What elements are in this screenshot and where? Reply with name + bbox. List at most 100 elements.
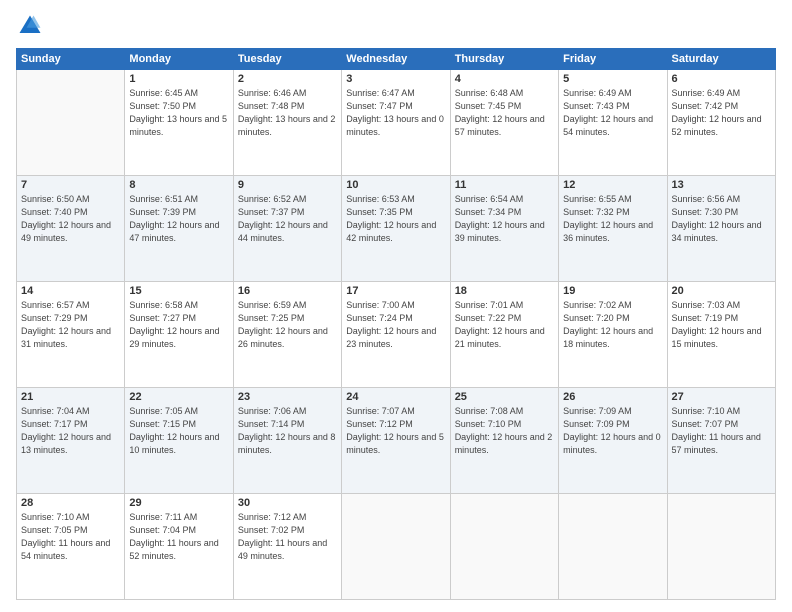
calendar-day-cell: 6 Sunrise: 6:49 AMSunset: 7:42 PMDaylight… [667, 70, 775, 176]
calendar-day-cell: 9 Sunrise: 6:52 AMSunset: 7:37 PMDaylight… [233, 176, 341, 282]
calendar-day-cell: 23 Sunrise: 7:06 AMSunset: 7:14 PMDayligh… [233, 388, 341, 494]
day-number: 30 [238, 497, 337, 509]
day-info: Sunrise: 6:49 AMSunset: 7:42 PMDaylight:… [672, 87, 771, 139]
day-info: Sunrise: 7:04 AMSunset: 7:17 PMDaylight:… [21, 405, 120, 457]
calendar-day-cell [342, 494, 450, 600]
day-number: 24 [346, 391, 445, 403]
day-info: Sunrise: 6:55 AMSunset: 7:32 PMDaylight:… [563, 193, 662, 245]
header-row: SundayMondayTuesdayWednesdayThursdayFrid… [17, 49, 776, 70]
calendar-day-cell: 3Sunrise: 6:47 AMSunset: 7:47 PMDaylight… [342, 70, 450, 176]
calendar-day-cell: 1 Sunrise: 6:45 AMSunset: 7:50 PMDaylight… [125, 70, 233, 176]
weekday-header: Monday [125, 49, 233, 70]
day-number: 21 [21, 391, 120, 403]
day-number: 19 [563, 285, 662, 297]
day-number: 15 [129, 285, 228, 297]
day-info: Sunrise: 7:03 AMSunset: 7:19 PMDaylight:… [672, 299, 771, 351]
day-number: 25 [455, 391, 554, 403]
calendar-day-cell [667, 494, 775, 600]
weekday-header: Saturday [667, 49, 775, 70]
weekday-header: Thursday [450, 49, 558, 70]
day-info: Sunrise: 6:49 AMSunset: 7:43 PMDaylight:… [563, 87, 662, 139]
day-number: 4 [455, 73, 554, 85]
header [16, 12, 776, 40]
day-number: 12 [563, 179, 662, 191]
weekday-header: Sunday [17, 49, 125, 70]
day-info: Sunrise: 6:56 AMSunset: 7:30 PMDaylight:… [672, 193, 771, 245]
day-info: Sunrise: 6:52 AMSunset: 7:37 PMDaylight:… [238, 193, 337, 245]
day-number: 28 [21, 497, 120, 509]
calendar-day-cell: 17 Sunrise: 7:00 AMSunset: 7:24 PMDayligh… [342, 282, 450, 388]
day-info: Sunrise: 7:00 AMSunset: 7:24 PMDaylight:… [346, 299, 445, 351]
calendar-day-cell: 11 Sunrise: 6:54 AMSunset: 7:34 PMDayligh… [450, 176, 558, 282]
calendar-day-cell: 29 Sunrise: 7:11 AMSunset: 7:04 PMDayligh… [125, 494, 233, 600]
day-info: Sunrise: 7:11 AMSunset: 7:04 PMDaylight:… [129, 511, 228, 563]
day-info: Sunrise: 7:06 AMSunset: 7:14 PMDaylight:… [238, 405, 337, 457]
day-info: Sunrise: 6:53 AMSunset: 7:35 PMDaylight:… [346, 193, 445, 245]
day-number: 23 [238, 391, 337, 403]
day-number: 9 [238, 179, 337, 191]
calendar-day-cell: 10 Sunrise: 6:53 AMSunset: 7:35 PMDayligh… [342, 176, 450, 282]
day-number: 18 [455, 285, 554, 297]
day-info: Sunrise: 6:50 AMSunset: 7:40 PMDaylight:… [21, 193, 120, 245]
day-info: Sunrise: 6:54 AMSunset: 7:34 PMDaylight:… [455, 193, 554, 245]
calendar-day-cell: 2 Sunrise: 6:46 AMSunset: 7:48 PMDaylight… [233, 70, 341, 176]
calendar-week-row: 21 Sunrise: 7:04 AMSunset: 7:17 PMDayligh… [17, 388, 776, 494]
calendar-day-cell: 7 Sunrise: 6:50 AMSunset: 7:40 PMDaylight… [17, 176, 125, 282]
day-number: 27 [672, 391, 771, 403]
day-number: 17 [346, 285, 445, 297]
day-number: 2 [238, 73, 337, 85]
calendar-day-cell: 26Sunrise: 7:09 AMSunset: 7:09 PMDayligh… [559, 388, 667, 494]
calendar-day-cell [559, 494, 667, 600]
calendar-day-cell: 22Sunrise: 7:05 AMSunset: 7:15 PMDayligh… [125, 388, 233, 494]
calendar-week-row: 28 Sunrise: 7:10 AMSunset: 7:05 PMDayligh… [17, 494, 776, 600]
calendar-day-cell: 19 Sunrise: 7:02 AMSunset: 7:20 PMDayligh… [559, 282, 667, 388]
weekday-header: Tuesday [233, 49, 341, 70]
day-number: 1 [129, 73, 228, 85]
page: SundayMondayTuesdayWednesdayThursdayFrid… [0, 0, 792, 612]
weekday-header: Wednesday [342, 49, 450, 70]
day-info: Sunrise: 6:48 AMSunset: 7:45 PMDaylight:… [455, 87, 554, 139]
calendar-day-cell: 16 Sunrise: 6:59 AMSunset: 7:25 PMDayligh… [233, 282, 341, 388]
logo-icon [16, 12, 44, 40]
calendar-day-cell: 8Sunrise: 6:51 AMSunset: 7:39 PMDaylight… [125, 176, 233, 282]
day-number: 29 [129, 497, 228, 509]
calendar-week-row: 14 Sunrise: 6:57 AMSunset: 7:29 PMDayligh… [17, 282, 776, 388]
logo [16, 12, 48, 40]
day-info: Sunrise: 7:08 AMSunset: 7:10 PMDaylight:… [455, 405, 554, 457]
calendar-day-cell: 4 Sunrise: 6:48 AMSunset: 7:45 PMDaylight… [450, 70, 558, 176]
calendar-day-cell: 21 Sunrise: 7:04 AMSunset: 7:17 PMDayligh… [17, 388, 125, 494]
calendar-day-cell: 28 Sunrise: 7:10 AMSunset: 7:05 PMDayligh… [17, 494, 125, 600]
day-info: Sunrise: 7:01 AMSunset: 7:22 PMDaylight:… [455, 299, 554, 351]
day-info: Sunrise: 6:45 AMSunset: 7:50 PMDaylight:… [129, 87, 228, 139]
calendar-week-row: 1 Sunrise: 6:45 AMSunset: 7:50 PMDaylight… [17, 70, 776, 176]
calendar-day-cell: 27 Sunrise: 7:10 AMSunset: 7:07 PMDayligh… [667, 388, 775, 494]
day-info: Sunrise: 7:12 AMSunset: 7:02 PMDaylight:… [238, 511, 337, 563]
day-info: Sunrise: 7:10 AMSunset: 7:07 PMDaylight:… [672, 405, 771, 457]
calendar-day-cell: 13 Sunrise: 6:56 AMSunset: 7:30 PMDayligh… [667, 176, 775, 282]
calendar-day-cell: 24 Sunrise: 7:07 AMSunset: 7:12 PMDayligh… [342, 388, 450, 494]
day-info: Sunrise: 6:57 AMSunset: 7:29 PMDaylight:… [21, 299, 120, 351]
calendar-day-cell [450, 494, 558, 600]
calendar-day-cell: 12 Sunrise: 6:55 AMSunset: 7:32 PMDayligh… [559, 176, 667, 282]
day-info: Sunrise: 6:46 AMSunset: 7:48 PMDaylight:… [238, 87, 337, 139]
calendar-day-cell: 18 Sunrise: 7:01 AMSunset: 7:22 PMDayligh… [450, 282, 558, 388]
day-number: 7 [21, 179, 120, 191]
day-info: Sunrise: 7:07 AMSunset: 7:12 PMDaylight:… [346, 405, 445, 457]
calendar-day-cell: 25 Sunrise: 7:08 AMSunset: 7:10 PMDayligh… [450, 388, 558, 494]
day-info: Sunrise: 6:59 AMSunset: 7:25 PMDaylight:… [238, 299, 337, 351]
calendar-day-cell: 20Sunrise: 7:03 AMSunset: 7:19 PMDayligh… [667, 282, 775, 388]
day-info: Sunrise: 7:02 AMSunset: 7:20 PMDaylight:… [563, 299, 662, 351]
day-number: 14 [21, 285, 120, 297]
calendar-day-cell: 30 Sunrise: 7:12 AMSunset: 7:02 PMDayligh… [233, 494, 341, 600]
day-number: 11 [455, 179, 554, 191]
calendar-day-cell: 14 Sunrise: 6:57 AMSunset: 7:29 PMDayligh… [17, 282, 125, 388]
day-number: 13 [672, 179, 771, 191]
calendar-day-cell [17, 70, 125, 176]
day-number: 6 [672, 73, 771, 85]
day-number: 16 [238, 285, 337, 297]
day-number: 10 [346, 179, 445, 191]
day-info: Sunrise: 7:05 AMSunset: 7:15 PMDaylight:… [129, 405, 228, 457]
weekday-header: Friday [559, 49, 667, 70]
day-info: Sunrise: 7:10 AMSunset: 7:05 PMDaylight:… [21, 511, 120, 563]
day-info: Sunrise: 6:51 AMSunset: 7:39 PMDaylight:… [129, 193, 228, 245]
